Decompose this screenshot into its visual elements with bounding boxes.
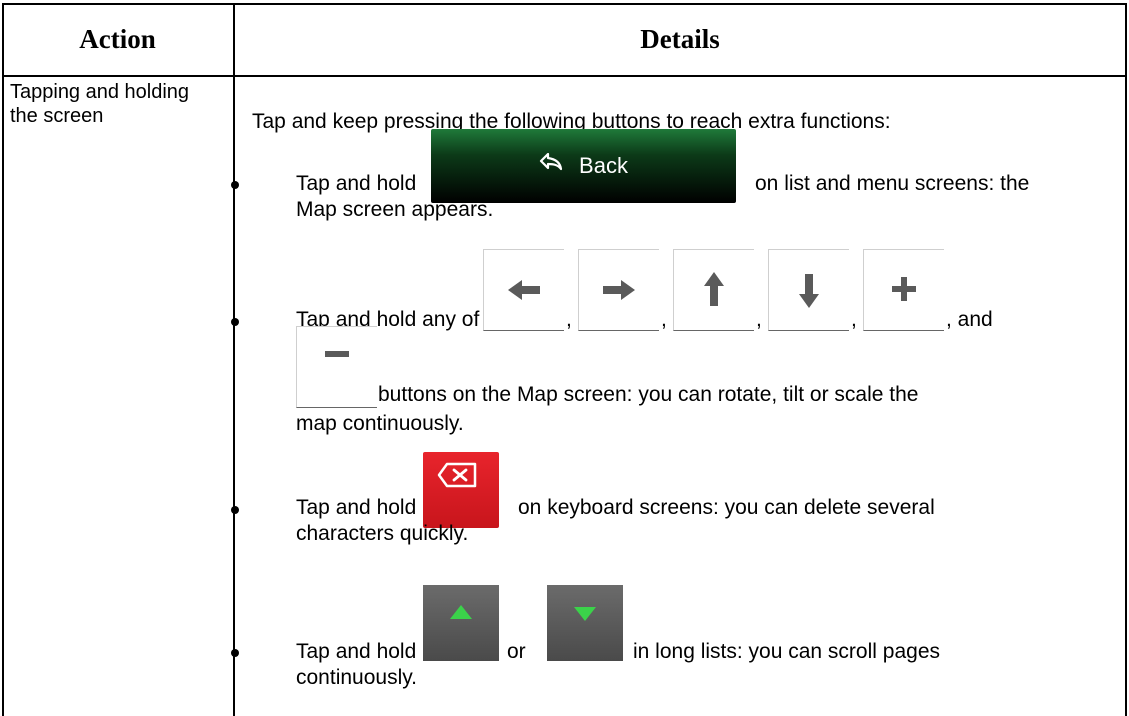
bullet-2-sep-1: , <box>566 308 572 331</box>
map-left-button <box>483 249 564 331</box>
bullet-1-text-pre: Tap and hold <box>296 172 417 195</box>
bullet-2-sep-2: , <box>661 308 667 331</box>
header-details: Details <box>640 23 720 54</box>
delete-key <box>423 452 499 528</box>
scroll-up-button <box>423 585 499 661</box>
back-arrow-icon <box>539 152 565 180</box>
map-up-button <box>673 249 754 331</box>
map-zoom-out-button <box>296 326 377 408</box>
down-arrow-icon <box>799 274 819 308</box>
map-down-button <box>768 249 849 331</box>
bullet-2-sep-3: , <box>756 308 762 331</box>
right-arrow-icon <box>603 280 635 300</box>
bullet-1-text-line2: Map screen appears. <box>296 198 494 221</box>
map-zoom-in-button <box>863 249 944 331</box>
bullet-3-text-post: on keyboard screens: you can delete seve… <box>518 496 935 519</box>
bullet-4-text-post: in long lists: you can scroll pages <box>633 640 940 663</box>
bullet-2 <box>231 318 239 326</box>
bullet-4 <box>231 649 239 657</box>
bullet-2-sep-4: , <box>851 308 857 331</box>
action-label: Tapping and holding the screen <box>10 81 190 127</box>
header-action: Action <box>79 23 156 54</box>
scroll-down-icon <box>574 607 596 621</box>
bullet-3 <box>231 506 239 514</box>
table-right-border <box>1125 3 1127 716</box>
back-button-label: Back <box>579 153 628 178</box>
left-arrow-icon <box>508 280 540 300</box>
bullet-2-text-line2: buttons on the Map screen: you can rotat… <box>378 383 919 406</box>
bullet-4-text-mid: or <box>507 640 526 663</box>
back-button: Back <box>431 129 736 203</box>
bullet-1 <box>231 181 239 189</box>
bullet-3-text-line2: characters quickly. <box>296 522 469 545</box>
map-right-button <box>578 249 659 331</box>
up-arrow-icon <box>704 272 724 306</box>
header-bottom-border <box>2 75 1127 77</box>
scroll-down-button <box>547 585 623 661</box>
backspace-icon <box>437 462 477 488</box>
column-divider <box>233 3 235 716</box>
bullet-4-text-pre: Tap and hold <box>296 640 417 663</box>
bullet-2-text-line3: map continuously. <box>296 412 464 435</box>
table-left-border <box>2 3 4 716</box>
scroll-up-icon <box>450 605 472 619</box>
bullet-3-text-pre: Tap and hold <box>296 496 417 519</box>
plus-icon <box>892 277 916 301</box>
minus-icon <box>325 351 349 357</box>
bullet-1-text-post: on list and menu screens: the <box>755 172 1030 195</box>
bullet-4-text-line2: continuously. <box>296 666 418 689</box>
bullet-2-text-post: , and <box>946 308 993 331</box>
